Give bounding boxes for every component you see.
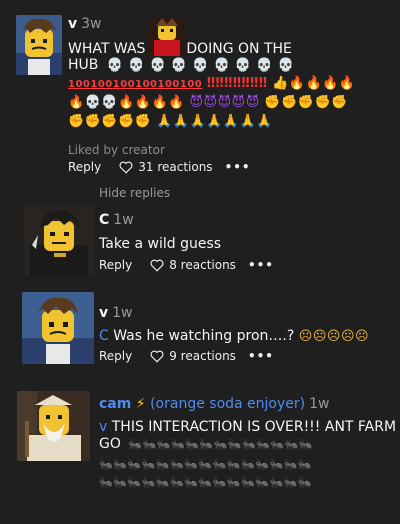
comment-text-part3: HUB <box>68 57 99 73</box>
emoji-row-fire-devil: 🔥💀💀🔥🔥🔥🔥 😈😈😈😈😈 ✊✊✊✊✊ <box>68 95 348 110</box>
comment-text: Take a wild guess <box>99 236 222 252</box>
comment-2: C 1w Take a wild guess Reply 8 reactions … <box>0 200 400 285</box>
comment-text-part2: GO <box>99 436 121 452</box>
skull-emoji-row: 💀 💀 💀 💀 💀 💀 💀 💀 💀 <box>106 58 295 73</box>
ant-emoji-row-2: 🐜🐜🐜🐜🐜🐜🐜🐜🐜🐜🐜🐜🐜🐜🐜 <box>99 458 313 471</box>
ant-emoji-row: 🐜🐜🐜🐜🐜🐜🐜🐜🐜🐜🐜🐜🐜 <box>128 438 313 451</box>
emoji-row-pray: ✊✊✊✊✊ 🙏🙏🙏🙏🙏🙏🙏 <box>68 114 273 129</box>
commenter-name[interactable]: v <box>99 305 108 321</box>
more-options-button[interactable]: ••• <box>225 160 251 174</box>
comment-4: cam ⚡ (orange soda enjoyer) 1w v THIS INT… <box>0 388 400 524</box>
reactions-button[interactable]: 8 reactions <box>150 258 236 272</box>
reply-button[interactable]: Reply <box>68 160 101 174</box>
comment-text-part1: WHAT WAS <box>68 41 146 57</box>
heart-icon <box>119 161 133 174</box>
avatar[interactable] <box>16 15 62 75</box>
comment-3: v 1w C Was he watching pron….? ☹☹☹☹☹ Repl… <box>0 287 400 377</box>
lego-ninja-avatar-icon <box>16 15 62 75</box>
mention-link[interactable]: v <box>99 419 107 435</box>
commenter-name[interactable]: C <box>99 212 109 228</box>
comment-time: 1w <box>113 212 134 228</box>
ant-emoji-row-3: 🐜🐜🐜🐜🐜🐜🐜🐜🐜🐜🐜🐜🐜🐜🐜 <box>99 476 313 489</box>
commenter-name[interactable]: cam <box>99 396 131 412</box>
more-options-button[interactable]: ••• <box>248 258 274 272</box>
lightning-bolt-icon: ⚡ <box>135 396 146 412</box>
avatar[interactable] <box>22 292 94 364</box>
reactions-count: 8 reactions <box>169 258 236 272</box>
avatar[interactable] <box>24 205 94 275</box>
comment-time: 3w <box>81 16 102 32</box>
reactions-count: 31 reactions <box>138 160 213 174</box>
hide-replies-button[interactable]: Hide replies <box>99 186 170 200</box>
mention-link[interactable]: C <box>99 328 109 344</box>
lego-ninja-black-avatar-icon <box>24 205 94 275</box>
reactions-button[interactable]: 9 reactions <box>150 349 236 363</box>
comment-text: Was he watching pron….? <box>113 328 295 344</box>
reply-button[interactable]: Reply <box>99 258 132 272</box>
comment-text-part2: DOING ON THE <box>186 41 292 57</box>
heart-icon <box>150 350 164 363</box>
comment-1: v 3w WHAT WAS DOING ON THE HUB 💀 💀 💀 💀 💀 … <box>0 0 400 185</box>
avatar[interactable] <box>17 391 90 461</box>
reactions-button[interactable]: 31 reactions <box>119 160 213 174</box>
reactions-count: 9 reactions <box>169 349 236 363</box>
commenter-name[interactable]: v <box>68 16 77 32</box>
lego-sensei-avatar-icon <box>17 391 90 461</box>
user-flair: (orange soda enjoyer) <box>150 396 306 412</box>
more-options-button[interactable]: ••• <box>248 349 274 363</box>
comment-time: 1w <box>309 396 330 412</box>
lego-ninja-avatar-icon <box>22 292 94 364</box>
comment-text-part1: THIS INTERACTION IS OVER!!! ANT FARM <box>111 419 397 435</box>
emoji-row-hundred: 100100100100100100 ‼‼‼‼‼‼‼ 👍🔥🔥🔥🔥 <box>68 76 356 91</box>
reply-button[interactable]: Reply <box>99 349 132 363</box>
liked-by-creator: Liked by creator <box>68 143 165 157</box>
emoji-row-frown: ☹☹☹☹☹ <box>298 329 370 344</box>
comment-time: 1w <box>112 305 133 321</box>
heart-icon <box>150 259 164 272</box>
